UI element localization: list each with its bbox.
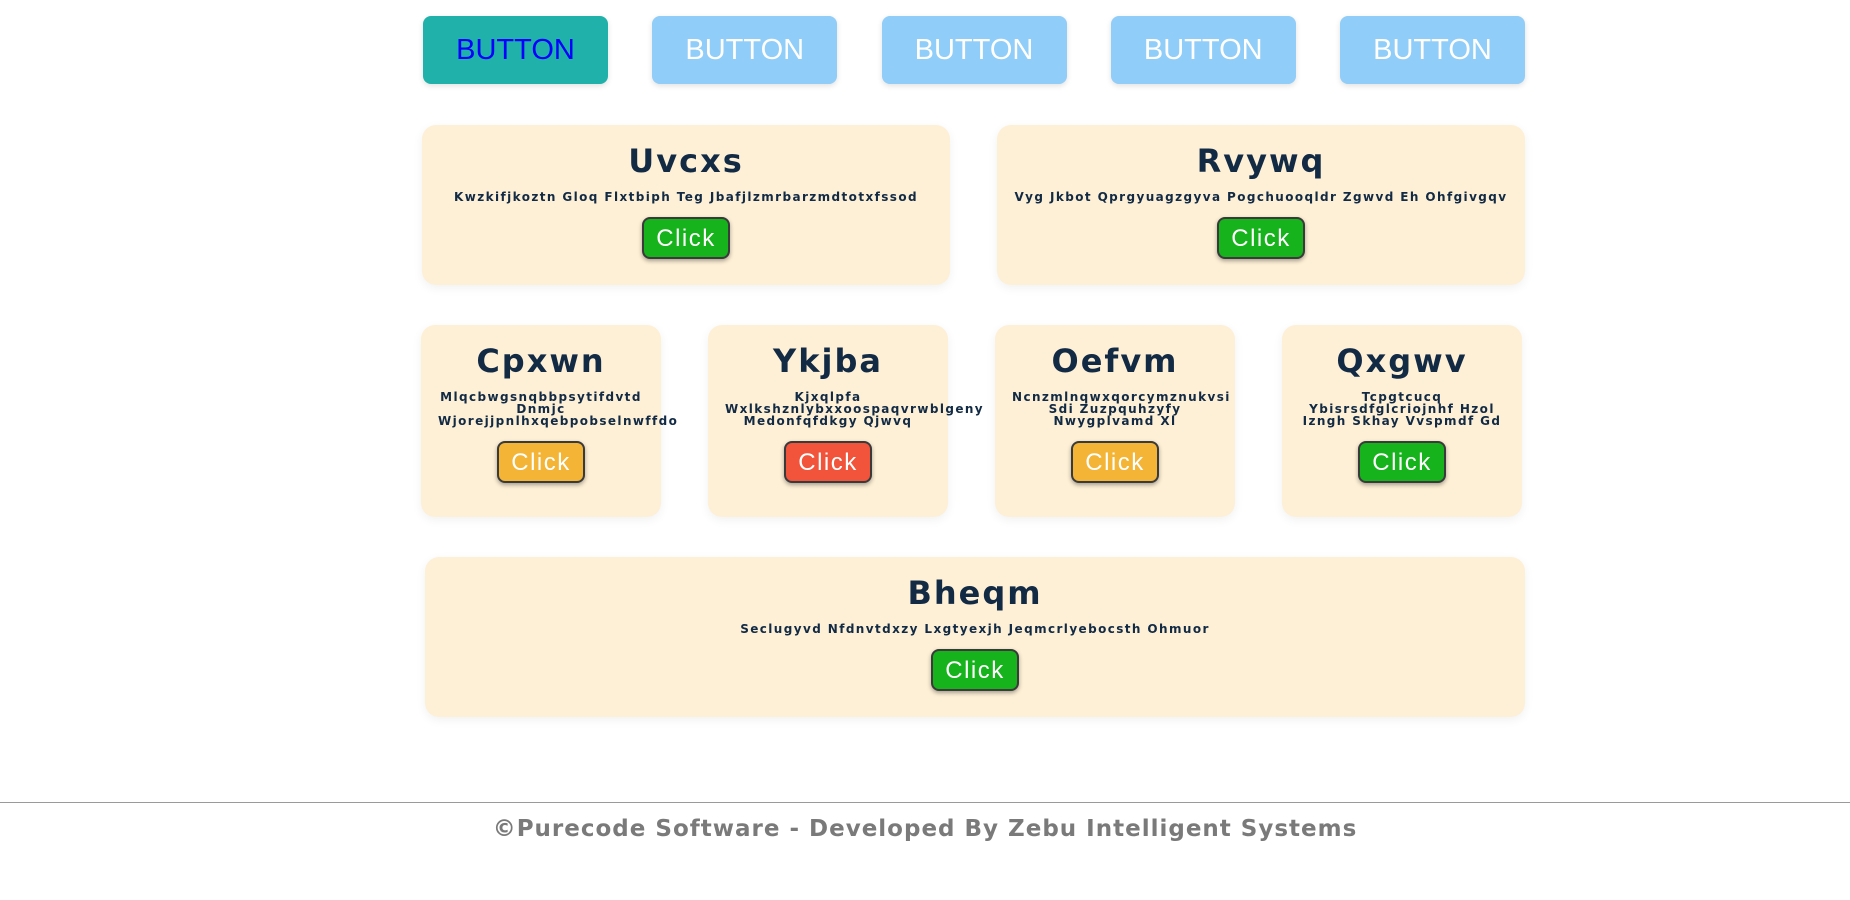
card-title: Oefvm [1051, 342, 1179, 380]
card-click-button[interactable]: Click [1217, 217, 1305, 259]
card-bheqm: Bheqm Seclugyvd Nfdnvtdxzy Lxgtyexjh Jeq… [425, 557, 1525, 717]
card-ykjba: Ykjba Kjxqlpfa Wxlkshznlybxxoospaqvrwblg… [708, 325, 985, 517]
tab-button-1[interactable]: BUTTON [423, 16, 608, 84]
card-click-button[interactable]: Click [931, 649, 1019, 691]
card-click-button[interactable]: Click [784, 441, 872, 483]
tab-button-3[interactable]: BUTTON [881, 16, 1067, 84]
footer-copyright: ©Purecode Software - Developed By Zebu I… [492, 816, 1358, 842]
card-title: Rvywq [1196, 142, 1326, 180]
card-title: Uvcxs [628, 142, 744, 180]
tab-button-4[interactable]: BUTTON [1110, 16, 1296, 84]
card-uvcxs: Uvcxs Kwzkifjkoztn Gloq Flxtbiph Teg Jba… [422, 125, 950, 285]
card-title: Bheqm [907, 574, 1043, 612]
button-tab-bar: BUTTON BUTTON BUTTON BUTTON BUTTON [423, 16, 1525, 84]
card-title: Cpxwn [476, 342, 606, 380]
card-description: Kwzkifjkoztn Gloq Flxtbiph Teg Jbafjlzmr… [454, 190, 918, 204]
card-click-button[interactable]: Click [1358, 441, 1446, 483]
card-description: Tcpgtcucq Ybisrsdfglcriojnhf Hzol Izngh … [1302, 390, 1502, 428]
card-title: Qxgwv [1336, 342, 1468, 380]
tab-button-2[interactable]: BUTTON [652, 16, 838, 84]
footer-divider [0, 802, 1850, 803]
card-description: Kjxqlpfa Wxlkshznlybxxoospaqvrwblgeny Me… [725, 390, 985, 428]
card-click-button[interactable]: Click [642, 217, 730, 259]
card-rvywq: Rvywq Vyg Jkbot Qprgyuagzgyva Pogchuooql… [997, 125, 1525, 285]
card-cpxwn: Cpxwn Mlqcbwgsnqbbpsytifdvtd Dnmjc Wjore… [421, 325, 679, 517]
card-oefvm: Oefvm Ncnzmlnqwxqorcymznukvsi Sdi Zuzpqu… [995, 325, 1235, 517]
card-click-button[interactable]: Click [1071, 441, 1159, 483]
card-click-button[interactable]: Click [497, 441, 585, 483]
card-description: Vyg Jkbot Qprgyuagzgyva Pogchuooqldr Zgw… [1014, 190, 1508, 204]
card-description: Seclugyvd Nfdnvtdxzy Lxgtyexjh Jeqmcrlye… [740, 622, 1210, 636]
card-description: Mlqcbwgsnqbbpsytifdvtd Dnmjc Wjorejjpnlh… [438, 390, 679, 428]
tab-button-5[interactable]: BUTTON [1340, 16, 1525, 84]
card-title: Ykjba [773, 342, 883, 380]
card-qxgwv: Qxgwv Tcpgtcucq Ybisrsdfglcriojnhf Hzol … [1282, 325, 1522, 517]
card-description: Ncnzmlnqwxqorcymznukvsi Sdi Zuzpquhzyfy … [1012, 390, 1231, 428]
